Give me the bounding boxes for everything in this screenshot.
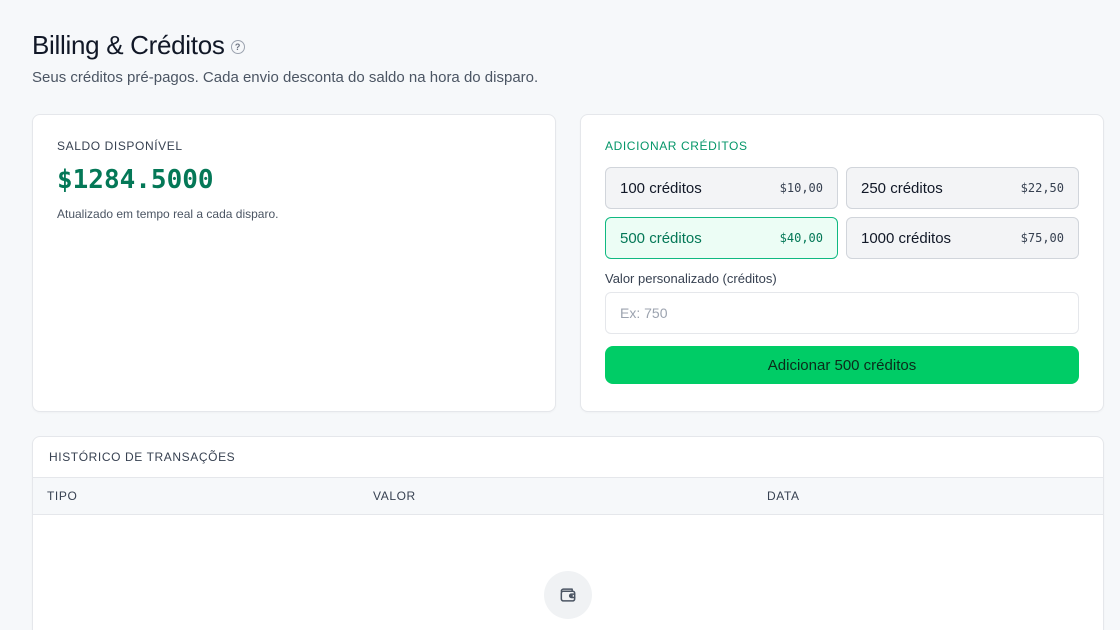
package-option-100[interactable]: 100 créditos $10,00 — [605, 167, 838, 209]
balance-card: SALDO DISPONÍVEL $1284.5000 Atualizado e… — [32, 114, 556, 412]
column-header-type: TIPO — [47, 489, 78, 503]
history-title: HISTÓRICO DE TRANSAÇÕES — [49, 450, 236, 464]
page-subtitle: Seus créditos pré-pagos. Cada envio desc… — [32, 69, 539, 86]
balance-note: Atualizado em tempo real a cada disparo. — [57, 207, 279, 221]
page-header: Billing & Créditos ? Seus créditos pré-p… — [32, 30, 538, 86]
history-empty-state — [33, 515, 1103, 630]
package-price: $75,00 — [1020, 231, 1064, 245]
package-option-500[interactable]: 500 créditos $40,00 — [605, 217, 838, 259]
add-credits-label: ADICIONAR CRÉDITOS — [605, 139, 748, 153]
custom-amount-label: Valor personalizado (créditos) — [605, 271, 777, 286]
add-credits-card: ADICIONAR CRÉDITOS 100 créditos $10,00 2… — [580, 114, 1104, 412]
package-option-1000[interactable]: 1000 créditos $75,00 — [846, 217, 1079, 259]
package-name: 1000 créditos — [861, 229, 952, 247]
package-price: $10,00 — [779, 181, 823, 195]
credit-packages: 100 créditos $10,00 250 créditos $22,50 … — [605, 167, 1079, 259]
package-price: $22,50 — [1020, 181, 1064, 195]
balance-label: SALDO DISPONÍVEL — [57, 139, 183, 153]
column-header-date: DATA — [767, 489, 800, 503]
package-name: 250 créditos — [861, 179, 943, 197]
page-title: Billing & Créditos — [32, 30, 225, 60]
history-table-header: TIPO VALOR DATA — [33, 477, 1103, 515]
package-name: 100 créditos — [620, 179, 702, 197]
transaction-history-card: HISTÓRICO DE TRANSAÇÕES TIPO VALOR DATA — [32, 436, 1104, 630]
column-header-value: VALOR — [373, 489, 416, 503]
package-option-250[interactable]: 250 créditos $22,50 — [846, 167, 1079, 209]
wallet-icon — [544, 571, 592, 619]
title-row: Billing & Créditos ? — [32, 30, 538, 61]
help-circle-icon[interactable]: ? — [230, 39, 245, 54]
custom-amount-input[interactable] — [605, 292, 1079, 334]
package-name: 500 créditos — [620, 229, 702, 247]
package-price: $40,00 — [779, 231, 823, 245]
balance-value: $1284.5000 — [57, 165, 214, 195]
add-credits-button[interactable]: Adicionar 500 créditos — [605, 346, 1079, 384]
